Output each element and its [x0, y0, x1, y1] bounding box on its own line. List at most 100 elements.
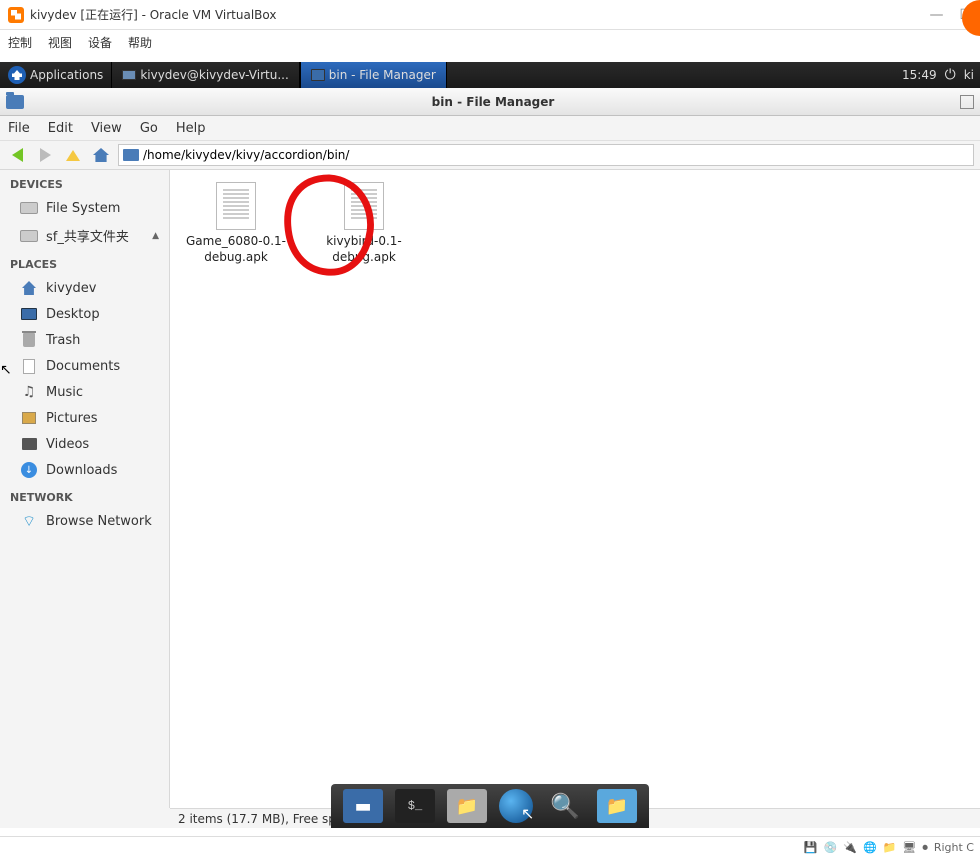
sidebar-item-desktop[interactable]: Desktop: [0, 301, 169, 327]
menu-go[interactable]: Go: [140, 121, 158, 136]
pictures-icon: [22, 412, 36, 424]
file-item-kivybird-apk[interactable]: kivybird-0.1-debug.apk: [310, 182, 418, 265]
path-text: /home/kivydev/kivy/accordion/bin/: [143, 148, 349, 162]
applications-menu[interactable]: Applications: [0, 62, 111, 88]
sidebar-item-trash[interactable]: Trash: [0, 327, 169, 353]
file-manager-window: bin - File Manager File Edit View Go Hel…: [0, 88, 980, 828]
vbox-menu-devices[interactable]: 设备: [88, 34, 112, 51]
up-button[interactable]: [62, 144, 84, 166]
sidebar-item-videos[interactable]: Videos: [0, 431, 169, 457]
sidebar-label: sf_共享文件夹: [46, 226, 129, 245]
power-icon[interactable]: ⏻: [945, 67, 956, 83]
top-panel: Applications kivydev@kivydev-Virtu... bi…: [0, 62, 980, 88]
document-icon: [23, 359, 35, 374]
trash-icon: [23, 333, 35, 347]
vbox-menu-help[interactable]: 帮助: [128, 34, 152, 51]
sidebar-label: Desktop: [46, 307, 100, 322]
drive-icon: [20, 202, 38, 214]
eject-icon[interactable]: ▲: [152, 231, 159, 241]
desktop-icon: [21, 308, 37, 320]
clock[interactable]: 15:49: [902, 68, 937, 82]
vbox-titlebar: kivydev [正在运行] - Oracle VM VirtualBox — …: [0, 0, 980, 30]
places-header: PLACES: [0, 250, 169, 275]
taskbar-terminal[interactable]: kivydev@kivydev-Virtu...: [111, 62, 299, 88]
applications-label: Applications: [30, 68, 103, 82]
terminal-task-icon: [122, 70, 136, 80]
fm-maximize-button[interactable]: [960, 95, 974, 109]
sidebar: DEVICES File System sf_共享文件夹 ▲ PLACES ki…: [0, 170, 170, 808]
sidebar-label: Trash: [46, 333, 80, 348]
vbox-indicator-shared[interactable]: 📁: [883, 841, 897, 854]
dock-folder[interactable]: 📁: [597, 789, 637, 823]
devices-header: DEVICES: [0, 170, 169, 195]
vbox-indicator-display[interactable]: 🖥: [902, 841, 916, 854]
file-content-area[interactable]: Game_6080-0.1-debug.apk kivybird-0.1-deb…: [170, 170, 980, 808]
menu-help[interactable]: Help: [176, 121, 206, 136]
fm-titlebar[interactable]: bin - File Manager: [0, 88, 980, 116]
home-icon: [22, 281, 36, 295]
sidebar-item-downloads[interactable]: ↓ Downloads: [0, 457, 169, 483]
file-item-game-apk[interactable]: Game_6080-0.1-debug.apk: [182, 182, 290, 265]
virtualbox-icon: [8, 7, 24, 23]
sidebar-label: kivydev: [46, 281, 96, 296]
forward-button[interactable]: [34, 144, 56, 166]
dock-search[interactable]: 🔍: [545, 789, 585, 823]
path-folder-icon: [123, 149, 139, 161]
folder-task-icon: [311, 69, 325, 81]
folder-icon: [6, 95, 24, 109]
taskbar-filemanager-label: bin - File Manager: [329, 68, 436, 82]
minimize-button[interactable]: —: [929, 7, 943, 23]
fm-menubar: File Edit View Go Help: [0, 116, 980, 140]
vbox-indicator-network[interactable]: 🌐: [863, 841, 877, 854]
vbox-indicator-disk[interactable]: 💾: [804, 841, 818, 854]
fm-window-title: bin - File Manager: [30, 95, 956, 109]
network-header: NETWORK: [0, 483, 169, 508]
dock-file-manager[interactable]: 📁: [447, 789, 487, 823]
file-icon: [216, 182, 256, 230]
bottom-dock: ▬ $_ 📁 🔍 📁 ↖: [331, 784, 649, 828]
file-label: Game_6080-0.1-debug.apk: [182, 234, 290, 265]
vbox-indicator-optical[interactable]: 💿: [824, 841, 838, 854]
videos-icon: [22, 438, 37, 450]
taskbar-filemanager[interactable]: bin - File Manager: [300, 62, 447, 88]
menu-view[interactable]: View: [91, 121, 122, 136]
vbox-menubar: 控制 视图 设备 帮助: [0, 30, 980, 54]
sidebar-item-documents[interactable]: Documents: [0, 353, 169, 379]
vbox-statusbar: 💾 💿 🔌 🌐 📁 🖥 ⏺ Right C: [0, 836, 980, 858]
dock-show-desktop[interactable]: ▬: [343, 789, 383, 823]
sidebar-label: Documents: [46, 359, 120, 374]
file-label: kivybird-0.1-debug.apk: [310, 234, 418, 265]
back-button[interactable]: [6, 144, 28, 166]
sidebar-item-network[interactable]: ⌔ Browse Network: [0, 508, 169, 534]
downloads-icon: ↓: [21, 462, 37, 478]
menu-file[interactable]: File: [8, 121, 30, 136]
sidebar-item-music[interactable]: ♫ Music: [0, 379, 169, 405]
sidebar-label: Pictures: [46, 411, 97, 426]
sidebar-label: File System: [46, 201, 120, 216]
sidebar-label: Videos: [46, 437, 89, 452]
path-bar[interactable]: /home/kivydev/kivy/accordion/bin/: [118, 144, 974, 166]
sidebar-label: Music: [46, 385, 83, 400]
taskbar-terminal-label: kivydev@kivydev-Virtu...: [140, 68, 288, 82]
dock-browser[interactable]: [499, 789, 533, 823]
dock-terminal[interactable]: $_: [395, 789, 435, 823]
sidebar-item-pictures[interactable]: Pictures: [0, 405, 169, 431]
sidebar-item-filesystem[interactable]: File System: [0, 195, 169, 221]
file-icon: [344, 182, 384, 230]
home-button[interactable]: [90, 144, 112, 166]
drive-icon: [20, 230, 38, 242]
vbox-menu-view[interactable]: 视图: [48, 34, 72, 51]
sidebar-label: Browse Network: [46, 514, 152, 529]
vbox-window-title: kivydev [正在运行] - Oracle VM VirtualBox: [30, 6, 929, 23]
wifi-icon: ⌔: [20, 513, 38, 529]
vbox-indicator-usb[interactable]: 🔌: [843, 841, 857, 854]
vbox-indicator-recording[interactable]: ⏺: [922, 841, 928, 855]
vbox-menu-control[interactable]: 控制: [8, 34, 32, 51]
vbox-host-key: Right C: [934, 841, 974, 854]
menu-edit[interactable]: Edit: [48, 121, 73, 136]
sidebar-item-home[interactable]: kivydev: [0, 275, 169, 301]
user-hint: ki: [964, 68, 974, 82]
xfce-icon: [8, 66, 26, 84]
sidebar-label: Downloads: [46, 463, 117, 478]
sidebar-item-shared[interactable]: sf_共享文件夹 ▲: [0, 221, 169, 250]
